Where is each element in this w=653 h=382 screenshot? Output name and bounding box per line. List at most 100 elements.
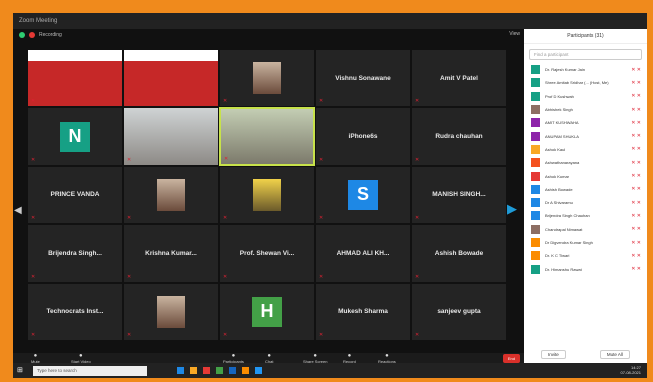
excel-icon[interactable] <box>216 367 223 374</box>
participant-tile[interactable]: ✕ <box>123 49 219 108</box>
participant-tile[interactable]: sanjeev gupta ✕ <box>411 282 507 341</box>
participant-list-item[interactable]: ANUPAM SHUKLA ✕ ✕ <box>524 129 647 142</box>
avatar <box>531 78 540 88</box>
invite-button[interactable]: Invite <box>541 350 566 359</box>
window-title: Zoom Meeting <box>19 18 58 24</box>
participant-tile[interactable]: ✕ <box>123 165 219 225</box>
participant-tile[interactable]: ✕ <box>219 49 315 108</box>
participant-name: Brijendra Singh... <box>48 249 102 257</box>
chrome-icon[interactable] <box>203 367 210 374</box>
participant-tile[interactable]: iPhone6s ✕ <box>315 107 411 166</box>
participant-list-item[interactable]: Dr Digvendra Kumar Singh ✕ ✕ <box>524 236 647 249</box>
app-icon[interactable] <box>242 367 249 374</box>
record-indicator-icon <box>29 32 35 38</box>
mute-all-button[interactable]: Mute All <box>599 350 630 359</box>
participant-list-item[interactable]: Ashwathanarayana ✕ ✕ <box>524 156 647 169</box>
muted-mic-icon: ✕ ✕ <box>631 199 641 206</box>
participant-tile[interactable]: ✕ <box>219 107 315 166</box>
participant-tile[interactable]: MANISH SINGH... ✕ <box>411 165 507 225</box>
participant-tile[interactable]: AHMAD ALI KH... ✕ <box>315 224 411 283</box>
word-icon[interactable] <box>229 367 236 374</box>
participant-list-item[interactable]: Ashish Bowade ✕ ✕ <box>524 183 647 196</box>
participant-list-item[interactable]: Abhishek Singh ✕ ✕ <box>524 103 647 116</box>
next-page-icon[interactable]: ▶ <box>507 201 519 219</box>
avatar <box>531 158 540 168</box>
participant-list-name: Dr Digvendra Kumar Singh <box>545 240 593 245</box>
participant-photo <box>253 178 281 211</box>
participant-list-name: Ashok Kaul <box>545 146 566 152</box>
participant-list-item[interactable]: Dr. K C Tiwari ✕ ✕ <box>524 249 647 262</box>
muted-mic-icon: ✕ ✕ <box>631 106 641 113</box>
muted-mic-icon: ✕ ✕ <box>631 66 641 73</box>
view-button[interactable]: View <box>509 31 520 37</box>
avatar <box>531 238 540 247</box>
prev-page-icon[interactable]: ◀ <box>14 205 25 219</box>
participant-list-item[interactable]: Ashok Kumar ✕ ✕ <box>524 169 647 182</box>
participants-title: Participants (31) <box>524 29 647 44</box>
participant-tile[interactable]: ✕ <box>219 165 315 225</box>
muted-mic-icon: ✕ ✕ <box>631 266 641 273</box>
participant-list-name: Chandrapal Nimawat <box>545 226 583 232</box>
participant-tile[interactable]: N ✕ <box>27 107 123 166</box>
participant-list-item[interactable]: Chandrapal Nimawat ✕ ✕ <box>524 223 647 236</box>
participant-tile[interactable]: ✕ <box>123 107 219 166</box>
participant-tile[interactable]: PRINCE VANDA ✕ <box>27 165 123 225</box>
muted-mic-icon: ✕ ✕ <box>631 226 641 233</box>
file-explorer-icon[interactable] <box>190 367 197 374</box>
task-view-icon[interactable] <box>177 367 184 374</box>
muted-mic-icon: ✕ ✕ <box>631 146 641 153</box>
security-icon[interactable] <box>19 32 25 38</box>
muted-mic-icon: ✕ ✕ <box>631 79 641 86</box>
avatar <box>531 184 540 194</box>
participant-tile[interactable]: Rudra chauhan ✕ <box>411 107 507 166</box>
participant-tile[interactable]: Prof. Shewan Vi... ✕ <box>219 224 315 283</box>
muted-mic-icon: ✕ ✕ <box>631 119 641 126</box>
meeting-area: Recording View ◀ ✕ ✕ ✕ Vishnu Sonawane ✕ Amit… <box>13 29 524 353</box>
avatar <box>531 105 540 115</box>
meeting-toolbar: Recording View <box>13 29 524 41</box>
participant-list: Dr. Rajesh Kumar Jain ✕ ✕ Shree Amitab Sri… <box>524 63 647 276</box>
participant-list-item[interactable]: Dr A Shivaramu ✕ ✕ <box>524 196 647 209</box>
participant-tile[interactable]: S ✕ <box>315 165 411 225</box>
muted-mic-icon: ✕ <box>31 273 36 280</box>
participant-list-item[interactable]: Dr. Rajesh Kumar Jain ✕ ✕ <box>524 63 647 76</box>
participant-list-item[interactable]: Dr. Himanshu Rawat ✕ ✕ <box>524 262 647 275</box>
participant-tile[interactable]: Ashish Bowade ✕ <box>411 224 507 283</box>
participant-list-item[interactable]: AMIT KUSHWAHA ✕ ✕ <box>524 116 647 129</box>
participant-tile[interactable]: Amit V Patel ✕ <box>411 49 507 108</box>
windows-start-icon[interactable]: ⊞ <box>17 366 27 376</box>
participant-list-item[interactable]: Ashok Kaul ✕ ✕ <box>524 143 647 156</box>
participant-tile[interactable]: Vishnu Sonawane ✕ <box>315 49 411 108</box>
participant-photo <box>157 178 185 211</box>
zoom-app-icon[interactable] <box>255 367 262 374</box>
taskbar-search-input[interactable]: Type here to search <box>33 365 147 376</box>
participant-tile[interactable]: Krishna Kumar... ✕ <box>123 224 219 283</box>
participant-list-name: Brijendra Singh Chauhan <box>545 213 590 219</box>
avatar <box>531 211 540 221</box>
participant-tile[interactable]: Brijendra Singh... ✕ <box>27 224 123 283</box>
participant-avatar: S <box>348 179 378 210</box>
participant-tile[interactable]: Mukesh Sharma ✕ <box>315 282 411 341</box>
taskbar-clock: 14:27 07-08-2021 <box>621 365 641 375</box>
muted-mic-icon: ✕ <box>31 331 36 338</box>
participant-photo <box>157 295 185 328</box>
participant-search-input[interactable]: Find a participant <box>529 49 642 60</box>
participant-name: Mukesh Sharma <box>338 308 388 316</box>
end-meeting-button[interactable]: End <box>502 354 520 363</box>
zoom-window: Zoom Meeting Recording View ◀ ✕ ✕ ✕ Vishnu … <box>13 13 647 378</box>
participant-tile[interactable]: ✕ <box>27 49 123 108</box>
participant-name: PRINCE VANDA <box>50 191 100 199</box>
participant-list-item[interactable]: Shree Amitab Sridhar (... (Host, Me) ✕ ✕ <box>524 76 647 89</box>
participant-tile[interactable]: Technocrats Inst... ✕ <box>27 282 123 341</box>
muted-mic-icon: ✕ <box>127 273 132 280</box>
participant-list-name: Ashish Bowade <box>545 186 573 192</box>
participant-tile[interactable]: ✕ <box>123 282 219 341</box>
participant-tile[interactable]: H ✕ <box>219 282 315 341</box>
muted-mic-icon: ✕ ✕ <box>631 239 641 246</box>
participant-list-item[interactable]: Brijendra Singh Chauhan ✕ ✕ <box>524 209 647 222</box>
avatar <box>531 264 540 274</box>
participant-list-item[interactable]: Prof D Kushwah ✕ ✕ <box>524 90 647 103</box>
participant-avatar: H <box>252 296 282 327</box>
muted-mic-icon: ✕ <box>415 331 420 338</box>
avatar <box>531 118 540 128</box>
